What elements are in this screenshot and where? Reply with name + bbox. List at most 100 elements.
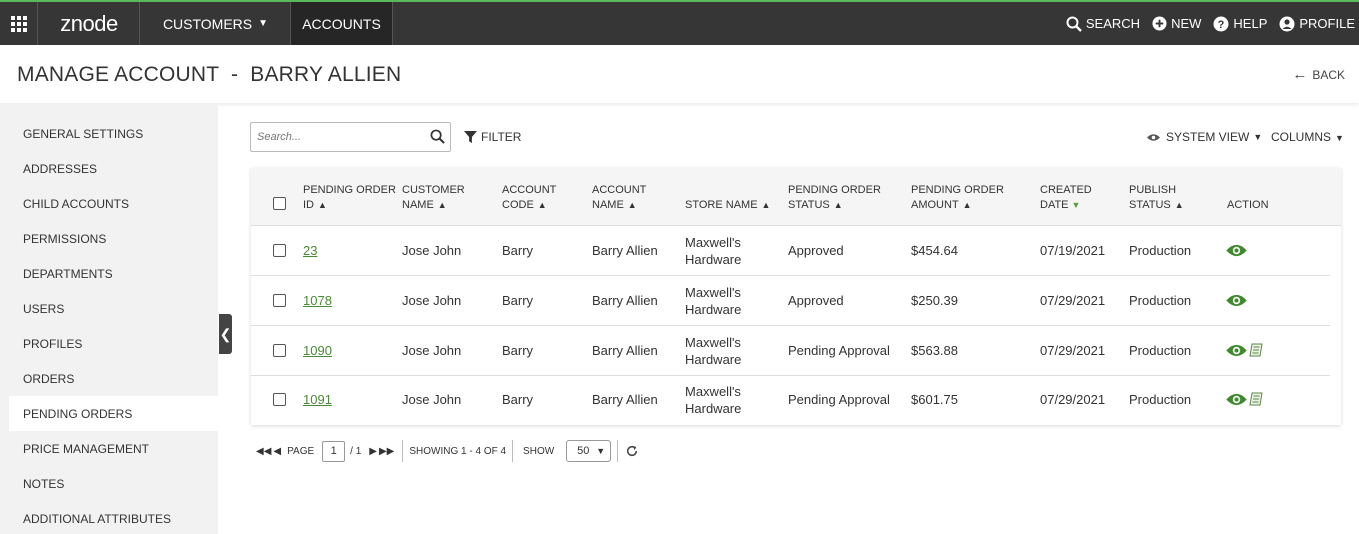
- new-button[interactable]: NEW: [1152, 16, 1201, 31]
- store-name-cell: Maxwell's Hardware: [685, 334, 741, 368]
- svg-text:?: ?: [1218, 19, 1225, 31]
- first-page-icon[interactable]: ◀◀: [256, 446, 271, 457]
- header-label: PENDING ORDER: [303, 184, 396, 196]
- account-name-cell: Barry Allien: [592, 243, 658, 258]
- sidebar-item-notes[interactable]: NOTES: [9, 466, 218, 501]
- profile-button[interactable]: PROFILE: [1279, 16, 1355, 32]
- table-row: 1078 Jose John Barry Barry Allien Maxwel…: [251, 276, 1330, 326]
- new-label: NEW: [1171, 16, 1202, 31]
- divider: [512, 440, 514, 462]
- nav-accounts[interactable]: ACCOUNTS: [290, 2, 393, 45]
- store-name-cell: Maxwell's Hardware: [685, 284, 741, 318]
- col-pending-order-status[interactable]: PENDING ORDER STATUS ▲: [788, 183, 881, 213]
- store-name-line: Hardware: [685, 252, 742, 267]
- sidebar-item-price-management[interactable]: PRICE MANAGEMENT: [9, 431, 218, 466]
- row-checkbox[interactable]: [273, 244, 286, 257]
- sidebar-item-profiles[interactable]: PROFILES: [9, 326, 218, 361]
- order-id-link[interactable]: 1091: [303, 392, 332, 407]
- apps-grid-button[interactable]: [0, 2, 38, 45]
- back-button[interactable]: ← BACK: [1292, 66, 1345, 83]
- sidebar-item-users[interactable]: USERS: [9, 291, 218, 326]
- created-date-cell: 07/19/2021: [1040, 243, 1106, 258]
- col-pending-order-amount[interactable]: PENDING ORDER AMOUNT ▲: [911, 183, 1004, 213]
- arrow-left-icon: ←: [1292, 66, 1308, 83]
- row-checkbox[interactable]: [273, 294, 286, 307]
- last-page-icon[interactable]: ▶▶: [379, 446, 394, 457]
- col-created-date[interactable]: CREATED DATE ▼: [1040, 183, 1092, 213]
- search-box: [250, 122, 451, 152]
- page-label: PAGE: [287, 445, 315, 457]
- sidebar-item-child-accounts[interactable]: CHILD ACCOUNTS: [9, 186, 218, 221]
- col-account-code[interactable]: ACCOUNT CODE ▲: [502, 183, 556, 213]
- sidebar-item-permissions[interactable]: PERMISSIONS: [9, 221, 218, 256]
- help-label: HELP: [1233, 16, 1268, 31]
- view-eye-icon[interactable]: [1226, 294, 1247, 307]
- search-button[interactable]: SEARCH: [1066, 16, 1140, 32]
- search-label: SEARCH: [1085, 16, 1141, 31]
- header-label: ID: [303, 199, 314, 211]
- order-id-link[interactable]: 1078: [303, 293, 332, 308]
- page-number-input[interactable]: 1: [322, 440, 346, 462]
- table-row: 1091 Jose John Barry Barry Allien Maxwel…: [251, 376, 1330, 426]
- account-name-cell: Barry Allien: [592, 293, 658, 308]
- col-publish-status[interactable]: PUBLISH STATUS ▲: [1129, 183, 1184, 213]
- header-label: STATUS: [788, 199, 830, 211]
- sidebar-collapse-button[interactable]: ❮: [219, 314, 232, 354]
- view-eye-icon[interactable]: [1226, 393, 1247, 406]
- view-eye-icon[interactable]: [1226, 244, 1247, 257]
- pagination: ◀◀ ◀ PAGE 1 / 1 ▶ ▶▶ SHOWING 1 - 4 OF 4 …: [256, 440, 638, 462]
- search-icon: [1066, 16, 1082, 32]
- header-label: ACCOUNT: [502, 184, 557, 196]
- page-header: MANAGE ACCOUNT - BARRY ALLIEN ← BACK: [0, 45, 1359, 103]
- header-label: PUBLISH: [1129, 184, 1177, 196]
- next-page-icon[interactable]: ▶: [369, 446, 377, 457]
- header-label: STORE NAME: [685, 199, 758, 211]
- view-eye-icon[interactable]: [1226, 344, 1247, 357]
- store-name-line: Hardware: [685, 302, 742, 317]
- header-label: PENDING ORDER: [788, 184, 881, 196]
- sidebar-item-addresses[interactable]: ADDRESSES: [9, 151, 218, 186]
- store-name-line: Maxwell's: [685, 235, 741, 250]
- col-account-name[interactable]: ACCOUNT NAME ▲: [592, 183, 646, 213]
- account-name-cell: Barry Allien: [592, 343, 658, 358]
- sidebar-item-departments[interactable]: DEPARTMENTS: [9, 256, 218, 291]
- convert-to-order-icon[interactable]: [1249, 392, 1263, 406]
- sidebar-item-orders[interactable]: ORDERS: [9, 361, 218, 396]
- header-label: STATUS: [1129, 199, 1171, 211]
- profile-label: PROFILE: [1299, 16, 1355, 31]
- search-input[interactable]: [251, 123, 421, 151]
- znode-logo[interactable]: znode: [39, 2, 140, 45]
- row-checkbox[interactable]: [273, 393, 286, 406]
- prev-page-icon[interactable]: ◀: [273, 446, 281, 457]
- showing-count: SHOWING 1 - 4 OF 4: [409, 445, 507, 457]
- col-customer-name[interactable]: CUSTOMER NAME ▲: [402, 183, 465, 213]
- columns-dropdown[interactable]: COLUMNS ▼: [1271, 130, 1344, 144]
- store-name-line: Hardware: [685, 352, 742, 367]
- col-pending-order-id[interactable]: PENDING ORDER ID ▲︎: [303, 183, 396, 213]
- convert-to-order-icon[interactable]: [1249, 343, 1263, 357]
- select-all-checkbox[interactable]: [273, 197, 286, 210]
- store-name-line: Maxwell's: [685, 335, 741, 350]
- nav-customers[interactable]: CUSTOMERS ▼: [141, 2, 290, 45]
- page-total: / 1: [350, 445, 362, 457]
- order-id-link[interactable]: 23: [303, 243, 317, 258]
- sort-icon: ▲: [437, 200, 447, 210]
- order-id-link[interactable]: 1090: [303, 343, 332, 358]
- search-icon[interactable]: [430, 129, 445, 144]
- sort-icon: ▲: [627, 200, 637, 210]
- system-view-dropdown[interactable]: SYSTEM VIEW ▼: [1147, 130, 1262, 144]
- sidebar-item-pending-orders[interactable]: PENDING ORDERS: [9, 396, 218, 431]
- header-label: CREATED: [1040, 184, 1092, 196]
- chevron-down-icon: ▼: [258, 18, 269, 29]
- store-name-cell: Maxwell's Hardware: [685, 383, 741, 417]
- col-store-name[interactable]: STORE NAME ▲: [685, 198, 770, 213]
- sidebar-item-additional-attributes[interactable]: ADDITIONAL ATTRIBUTES: [9, 501, 218, 534]
- refresh-icon[interactable]: [626, 445, 638, 457]
- row-checkbox[interactable]: [273, 344, 286, 357]
- help-button[interactable]: ? HELP: [1213, 16, 1267, 32]
- filter-button[interactable]: FILTER: [464, 130, 521, 144]
- plus-circle-icon: [1152, 16, 1167, 31]
- page-size-select[interactable]: 50 ▼: [566, 440, 612, 462]
- status-cell: Approved: [788, 243, 844, 258]
- sidebar-item-general-settings[interactable]: GENERAL SETTINGS: [9, 116, 218, 151]
